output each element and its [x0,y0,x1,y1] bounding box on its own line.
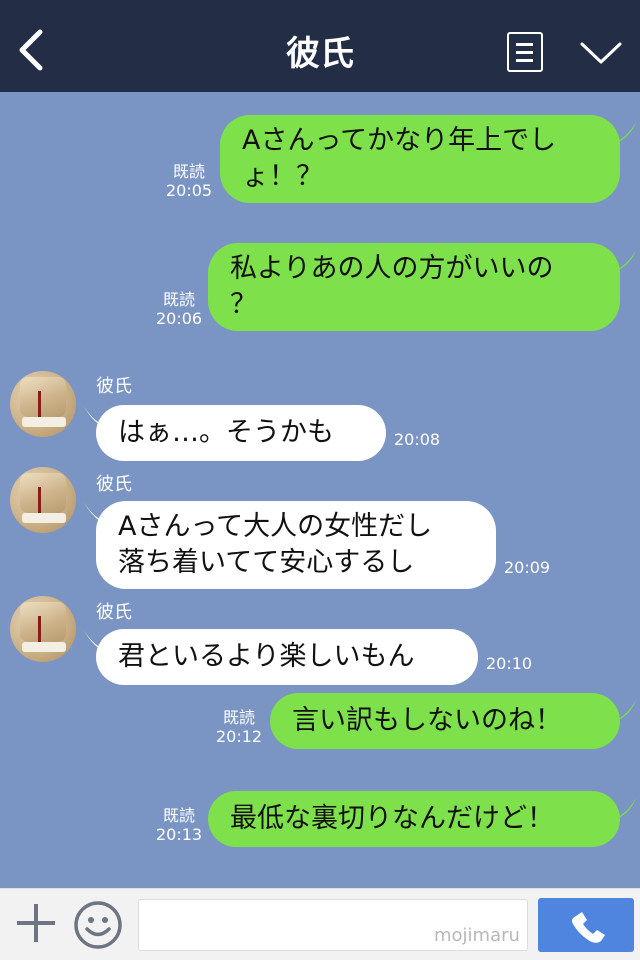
message-line: ？ [230,289,257,320]
sender-name: 彼氏 [96,474,132,495]
smiley-icon[interactable] [73,900,123,950]
avatar[interactable] [10,596,76,662]
chat-title: 彼氏 [286,34,354,74]
read-label: 既読 [172,162,205,181]
read-receipt: 既読 20:12 [216,708,262,746]
read-receipt: 既読 20:06 [156,290,202,328]
message-time: 20:05 [166,181,213,200]
message-time: 20:10 [486,654,533,673]
message-time: 20:06 [156,309,203,328]
message-bubble[interactable]: Aさんって大人の女性だし 落ち着いてて安心するし [96,501,496,589]
message-bubble[interactable]: 私よりあの人の方がいいの ？ [208,243,620,331]
plus-icon[interactable] [14,901,58,945]
message-bubble[interactable]: 言い訳もしないのね！ [270,693,620,749]
message-bubble[interactable]: 最低な裏切りなんだけど！ [208,791,620,847]
read-receipt: 既読 20:05 [166,162,212,200]
read-receipt: 既読 20:13 [156,806,202,844]
message-bubble[interactable]: 君といるより楽しいもん [96,629,478,685]
message-line: はぁ…。そうかも [118,417,334,448]
message-bubble[interactable]: Aさんってかなり年上でし ょ！？ [220,115,620,203]
message-line: 君といるより楽しいもん [118,641,415,672]
list-menu-icon[interactable] [507,32,543,72]
call-button[interactable] [538,898,634,952]
message-line: 私よりあの人の方がいいの [230,253,554,284]
message-line: 最低な裏切りなんだけど！ [230,803,554,834]
read-label: 既読 [162,806,195,825]
message-time: 20:09 [504,558,551,577]
read-label: 既読 [222,708,255,727]
input-bar [0,888,640,960]
message-bubble[interactable]: はぁ…。そうかも [96,405,386,461]
message-line: 落ち着いてて安心するし [118,547,415,578]
avatar[interactable] [10,467,76,533]
message-time: 20:13 [156,825,203,844]
message-line: Aさんってかなり年上でし [242,125,557,156]
phone-icon [572,912,605,943]
read-label: 既読 [162,290,195,309]
sender-name: 彼氏 [96,602,132,623]
message-line: Aさんって大人の女性だし [118,511,433,542]
message-line: 言い訳もしないのね！ [292,705,562,736]
message-time: 20:08 [394,430,441,449]
chat-header: 彼氏 [0,0,640,92]
message-line: ょ！？ [242,161,323,192]
message-time: 20:12 [216,727,263,746]
avatar[interactable] [10,371,76,437]
watermark: mojimaru [434,925,520,946]
sender-name: 彼氏 [96,376,132,397]
chevron-down-icon[interactable] [578,38,624,68]
